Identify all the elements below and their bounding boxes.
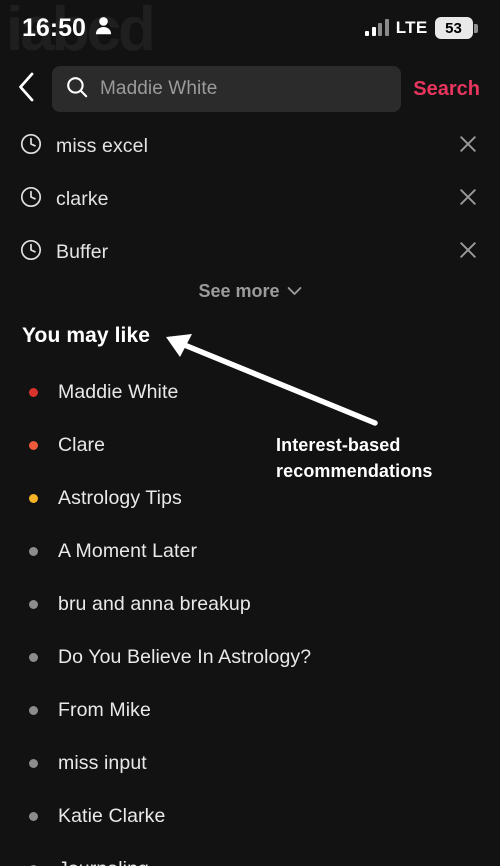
status-time: 16:50 bbox=[22, 13, 86, 42]
recommendation-row[interactable]: miss input bbox=[0, 737, 500, 790]
recommendation-label: Do You Believe In Astrology? bbox=[58, 646, 312, 668]
rank-dot-icon bbox=[29, 706, 38, 715]
search-header: Maddie White Search bbox=[0, 62, 500, 116]
person-icon bbox=[95, 16, 112, 40]
history-row[interactable]: miss excel bbox=[0, 120, 500, 173]
search-submit-button[interactable]: Search bbox=[413, 78, 500, 101]
battery-icon: 53 bbox=[434, 17, 478, 39]
rank-dot-icon bbox=[29, 759, 38, 768]
chevron-left-icon bbox=[16, 71, 36, 108]
history-label: miss excel bbox=[56, 135, 149, 157]
search-icon bbox=[66, 76, 88, 103]
rank-dot-icon bbox=[29, 547, 38, 556]
recommendation-row[interactable]: Do You Believe In Astrology? bbox=[0, 631, 500, 684]
clock-icon bbox=[20, 133, 42, 160]
status-bar-right: LTE 53 bbox=[365, 17, 478, 39]
status-bar: 16:50 LTE 53 bbox=[0, 0, 500, 56]
recommendation-label: Katie Clarke bbox=[58, 805, 166, 827]
recommendation-label: A Moment Later bbox=[58, 540, 198, 562]
recommendation-label: Clare bbox=[58, 434, 106, 456]
clock-icon bbox=[20, 186, 42, 213]
close-icon[interactable] bbox=[458, 187, 478, 212]
signal-bars-icon bbox=[365, 19, 389, 36]
rank-dot-icon bbox=[29, 388, 38, 397]
see-more-button[interactable]: See more bbox=[0, 281, 500, 302]
rank-dot-icon bbox=[29, 600, 38, 609]
recommendation-list: Maddie White Clare Astrology Tips A Moment … bbox=[0, 366, 500, 866]
history-row[interactable]: clarke bbox=[0, 173, 500, 226]
recommendation-label: Maddie White bbox=[58, 381, 179, 403]
recommendation-row[interactable]: Journaling bbox=[0, 843, 500, 866]
search-input-placeholder: Maddie White bbox=[100, 78, 218, 99]
history-label: Buffer bbox=[56, 241, 109, 263]
recommendation-row[interactable]: Katie Clarke bbox=[0, 790, 500, 843]
rank-dot-icon bbox=[29, 441, 38, 450]
close-icon[interactable] bbox=[458, 134, 478, 159]
recommendation-row[interactable]: Clare bbox=[0, 419, 500, 472]
recommendation-row[interactable]: bru and anna breakup bbox=[0, 578, 500, 631]
rank-dot-icon bbox=[29, 812, 38, 821]
recommendation-row[interactable]: Maddie White bbox=[0, 366, 500, 419]
network-type-label: LTE bbox=[395, 18, 428, 37]
rank-dot-icon bbox=[29, 494, 38, 503]
history-label: clarke bbox=[56, 188, 109, 210]
chevron-down-icon bbox=[287, 283, 302, 301]
see-more-label: See more bbox=[198, 281, 280, 301]
close-icon[interactable] bbox=[458, 240, 478, 265]
history-row[interactable]: Buffer bbox=[0, 226, 500, 279]
search-history-list: miss excel clarke Buffer bbox=[0, 120, 500, 279]
clock-icon bbox=[20, 239, 42, 266]
recommendation-row[interactable]: From Mike bbox=[0, 684, 500, 737]
recommendation-row[interactable]: A Moment Later bbox=[0, 525, 500, 578]
recommendation-label: miss input bbox=[58, 752, 147, 774]
back-button[interactable] bbox=[0, 62, 52, 116]
rank-dot-icon bbox=[29, 653, 38, 662]
page-title: You may like bbox=[22, 324, 151, 347]
recommendation-label: bru and anna breakup bbox=[58, 593, 251, 615]
battery-percent-label: 53 bbox=[445, 19, 462, 37]
status-bar-left: 16:50 bbox=[22, 14, 112, 43]
recommendation-label: Journaling bbox=[58, 858, 149, 866]
recommendation-row[interactable]: Astrology Tips bbox=[0, 472, 500, 525]
recommendation-label: Astrology Tips bbox=[58, 487, 182, 509]
recommendation-label: From Mike bbox=[58, 699, 151, 721]
phone-screen: iabcd 16:50 LTE 53 Maddie White Search m… bbox=[0, 0, 500, 866]
search-input[interactable]: Maddie White bbox=[52, 66, 402, 112]
